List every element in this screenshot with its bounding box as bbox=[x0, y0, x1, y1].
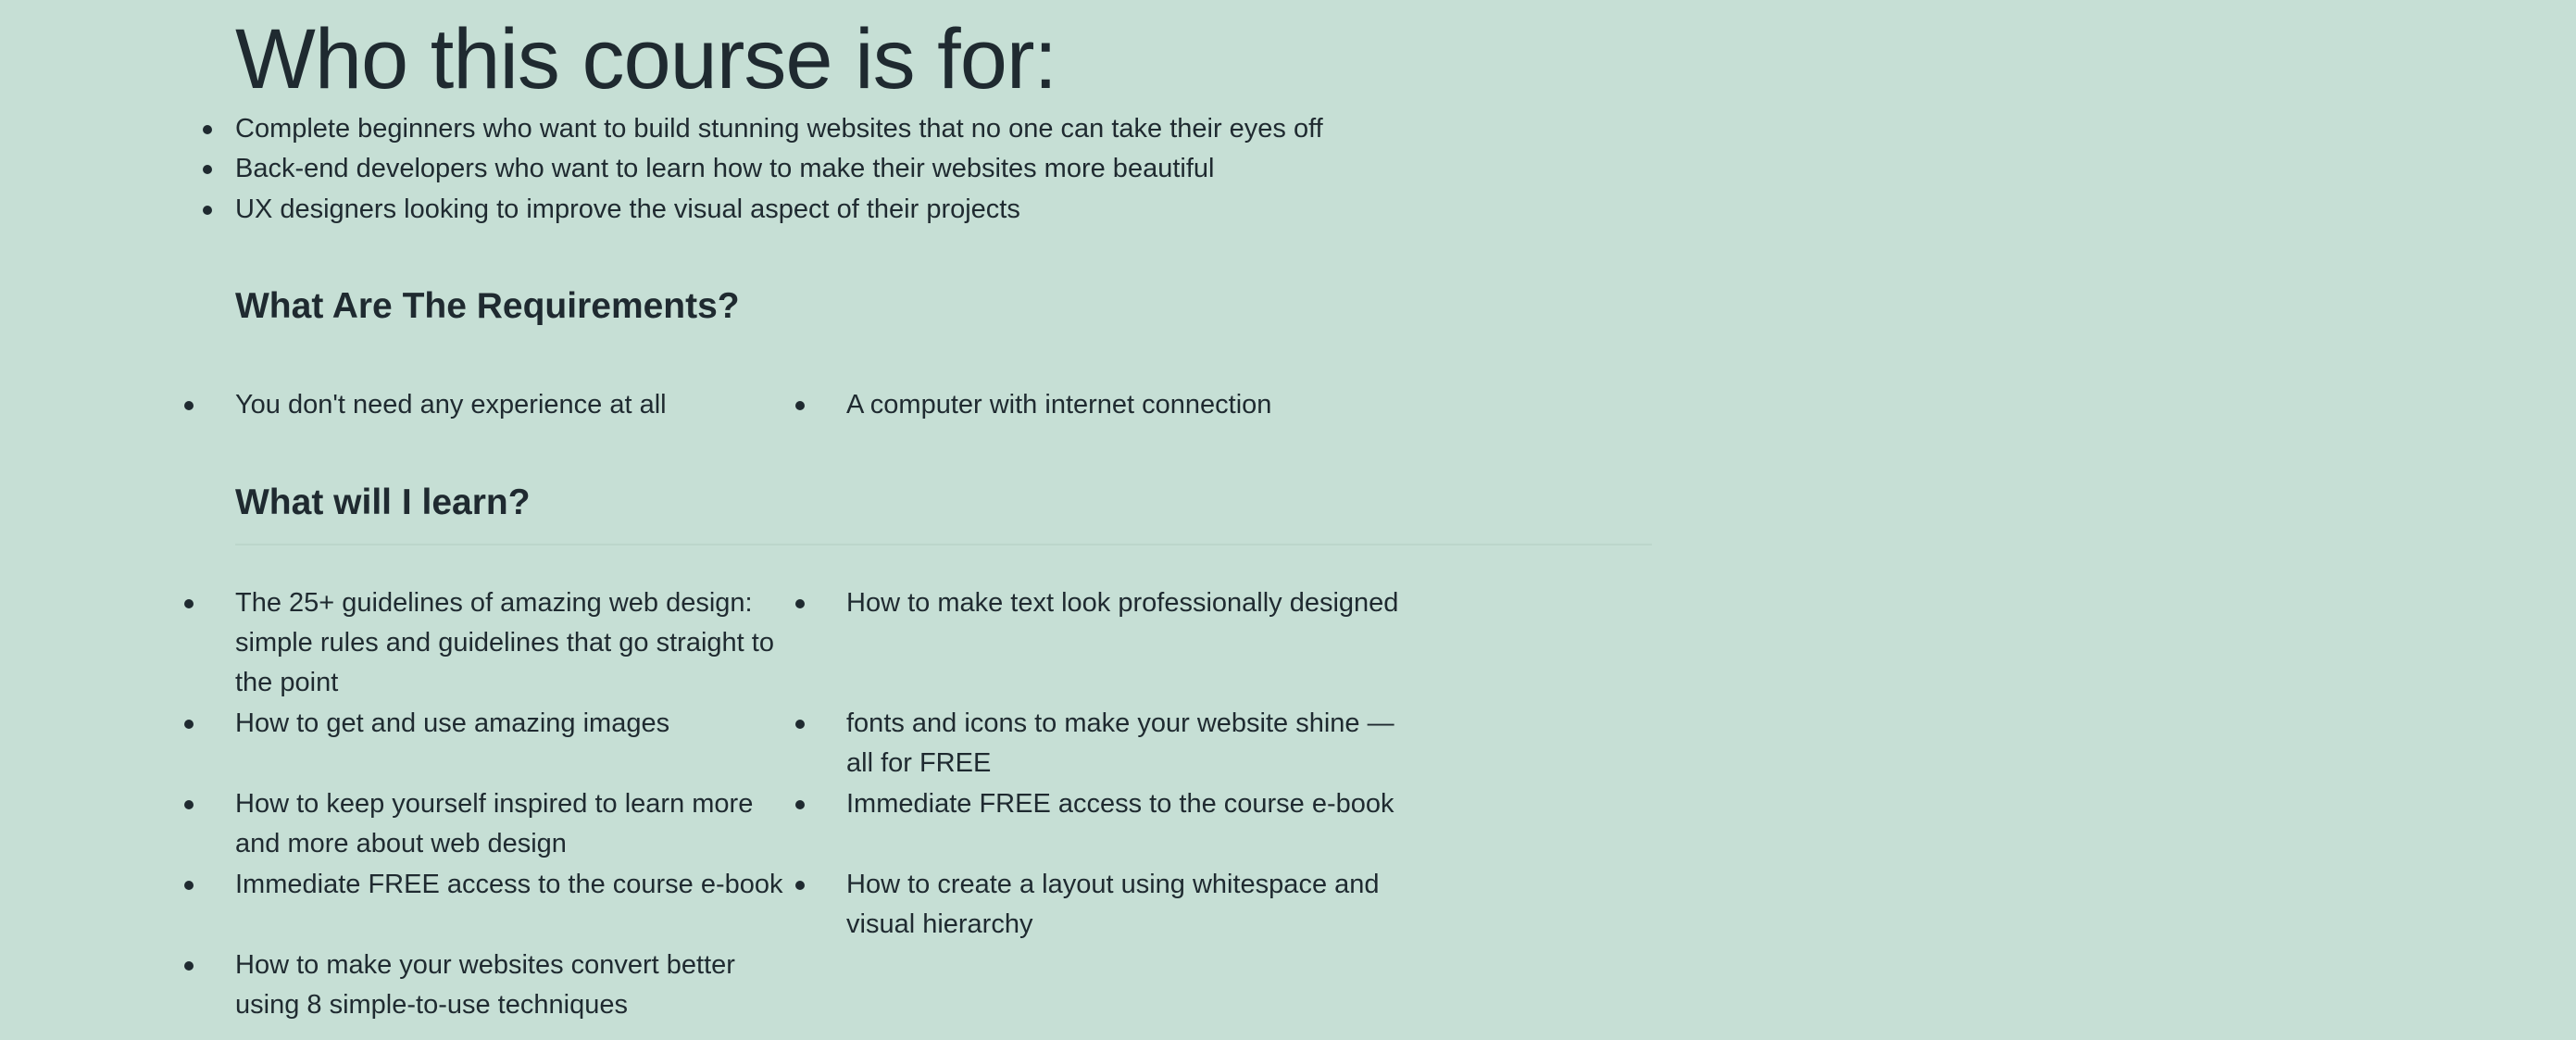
list-item: The 25+ guidelines of amazing web design… bbox=[184, 583, 791, 703]
learn-title: What will I learn? bbox=[235, 482, 531, 522]
list-item: Back-end developers who want to learn ho… bbox=[203, 149, 1624, 189]
list-item: A computer with internet connection bbox=[795, 385, 1420, 425]
list-item: fonts and icons to make your website shi… bbox=[795, 704, 1420, 783]
section-divider bbox=[235, 544, 1652, 545]
requirements-title: What Are The Requirements? bbox=[235, 286, 740, 326]
list-item: Complete beginners who want to build stu… bbox=[203, 109, 1624, 149]
list-item: How to make text look professionally des… bbox=[795, 583, 1420, 623]
list-item: How to get and use amazing images bbox=[184, 704, 791, 744]
course-info-page: Who this course is for: Complete beginne… bbox=[0, 0, 2576, 1040]
list-item: How to make your websites convert better… bbox=[184, 946, 791, 1025]
list-item: Immediate FREE access to the course e-bo… bbox=[795, 784, 1420, 824]
list-item: UX designers looking to improve the visu… bbox=[203, 190, 1624, 230]
list-item: How to keep yourself inspired to learn m… bbox=[184, 784, 791, 864]
list-item: You don't need any experience at all bbox=[184, 385, 791, 425]
list-item: Immediate FREE access to the course e-bo… bbox=[184, 865, 791, 905]
audience-title: Who this course is for: bbox=[235, 12, 1057, 107]
list-item: How to create a layout using whitespace … bbox=[795, 865, 1402, 945]
